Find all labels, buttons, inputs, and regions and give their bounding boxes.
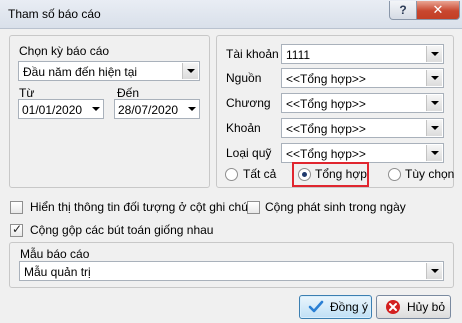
chevron-down-icon[interactable] (426, 70, 442, 86)
merge-entries-label[interactable]: Cộng gộp các bút toán giống nhau (30, 223, 213, 237)
radio-custom[interactable] (388, 168, 401, 181)
window-title: Tham số báo cáo (8, 7, 101, 21)
item-label: Khoản (226, 121, 261, 135)
source-value: <<Tổng hợp>> (286, 72, 366, 86)
show-object-info-checkbox[interactable] (10, 201, 23, 214)
daily-total-label[interactable]: Cộng phát sinh trong ngày (265, 200, 406, 214)
daily-total-checkbox[interactable] (247, 201, 260, 214)
item-value: <<Tổng hợp>> (286, 122, 366, 136)
cancel-icon (385, 299, 401, 315)
title-bar: Tham số báo cáo ? ✕ (0, 0, 462, 29)
to-label: Đến (117, 86, 140, 100)
radio-custom-label[interactable]: Tùy chọn (405, 167, 454, 181)
radio-all[interactable] (225, 168, 238, 181)
chapter-value: <<Tổng hợp>> (286, 97, 366, 111)
ok-button[interactable]: Đồng ý (299, 295, 372, 319)
item-select[interactable]: <<Tổng hợp>> (281, 118, 444, 138)
close-icon: ✕ (432, 2, 444, 17)
chevron-down-icon[interactable] (426, 120, 442, 136)
merge-entries-checkbox[interactable] (10, 222, 23, 237)
account-value: 1111 (286, 48, 311, 62)
radio-summary[interactable] (298, 168, 311, 181)
chevron-down-icon[interactable] (426, 95, 442, 111)
show-object-info-label[interactable]: Hiển thị thông tin đối tượng ở cột ghi c… (30, 200, 248, 214)
from-date-field[interactable]: 01/01/2020 (18, 99, 104, 119)
radio-summary-label[interactable]: Tổng hợp (315, 167, 367, 181)
chapter-label: Chương (226, 96, 271, 110)
close-button[interactable]: ✕ (416, 1, 460, 20)
chevron-down-icon[interactable] (182, 63, 198, 79)
chapter-select[interactable]: <<Tổng hợp>> (281, 93, 444, 113)
period-selected-value: Đầu năm đến hiện tại (23, 65, 138, 79)
account-label: Tài khoản (226, 47, 279, 61)
fund-type-value: <<Tổng hợp>> (286, 147, 366, 161)
radio-all-label[interactable]: Tất cả (243, 167, 276, 181)
period-label: Chọn kỳ báo cáo (19, 44, 110, 58)
period-select[interactable]: Đầu năm đến hiện tại (18, 61, 200, 81)
calendar-dropdown-icon[interactable] (92, 107, 100, 111)
chevron-down-icon[interactable] (426, 46, 442, 62)
chevron-down-icon[interactable] (426, 263, 442, 279)
help-button[interactable]: ? (389, 1, 417, 20)
template-select[interactable]: Mẫu quản trị (19, 261, 444, 281)
chevron-down-icon[interactable] (426, 145, 442, 161)
cancel-button[interactable]: Hủy bỏ (376, 295, 451, 319)
fund-type-select[interactable]: <<Tổng hợp>> (281, 143, 444, 163)
account-select[interactable]: 1111 (281, 44, 444, 64)
to-date-field[interactable]: 28/07/2020 (114, 99, 200, 119)
calendar-dropdown-icon[interactable] (188, 107, 196, 111)
to-date-value: 28/07/2020 (118, 103, 179, 117)
help-icon: ? (399, 3, 407, 17)
fund-type-label: Loại quỹ (226, 146, 272, 160)
checkmark-icon (308, 299, 324, 315)
source-select[interactable]: <<Tổng hợp>> (281, 68, 444, 88)
from-label: Từ (19, 86, 35, 100)
template-value: Mẫu quản trị (24, 265, 91, 279)
cancel-label: Hủy bỏ (407, 300, 446, 314)
template-label: Mẫu báo cáo (20, 247, 90, 261)
ok-label: Đồng ý (330, 300, 369, 314)
source-label: Nguồn (226, 71, 262, 85)
from-date-value: 01/01/2020 (22, 103, 83, 117)
